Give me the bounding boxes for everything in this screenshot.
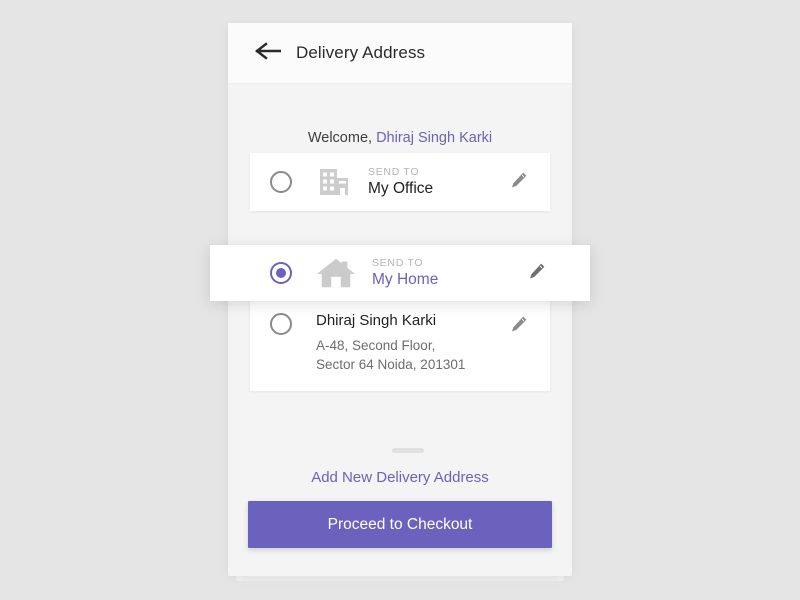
back-button[interactable]	[246, 31, 290, 75]
pencil-icon	[528, 262, 546, 285]
address-line-2: Sector 64 Noida, 201301	[316, 357, 466, 372]
app-header: Delivery Address	[228, 23, 572, 83]
welcome-greeting: Welcome,	[307, 130, 377, 146]
office-building-icon	[316, 165, 350, 199]
send-to-label-office: SEND TO	[368, 165, 420, 178]
home-icon	[316, 256, 356, 290]
address-radio-home[interactable]	[270, 262, 292, 284]
add-new-address-link[interactable]: Add New Delivery Address	[228, 469, 572, 486]
section-divider-handle	[392, 448, 424, 453]
pencil-icon	[510, 315, 528, 338]
phone-screen: Delivery Address Welcome, Dhiraj Singh K…	[210, 23, 590, 576]
address-name-office: My Office	[368, 179, 434, 197]
recipient-name: Dhiraj Singh Karki	[316, 312, 437, 329]
edit-button-personal[interactable]	[506, 313, 532, 339]
address-radio-personal[interactable]	[270, 313, 292, 335]
welcome-row: Welcome, Dhiraj Singh Karki	[228, 130, 572, 146]
address-card-home[interactable]: SEND TO My Home	[210, 245, 590, 301]
send-to-label-home: SEND TO	[372, 256, 424, 269]
page-title: Delivery Address	[296, 43, 426, 62]
address-card-office[interactable]: SEND TO My Office	[250, 153, 550, 211]
address-card-personal[interactable]: Dhiraj Singh Karki A-48, Second Floor, S…	[250, 291, 550, 391]
address-name-home: My Home	[372, 270, 439, 288]
pencil-icon	[510, 171, 528, 194]
welcome-user-name[interactable]: Dhiraj Singh Karki	[376, 130, 492, 146]
arrow-left-icon	[255, 41, 282, 65]
edit-button-home[interactable]	[524, 260, 550, 286]
proceed-to-checkout-button[interactable]: Proceed to Checkout	[248, 501, 552, 548]
address-radio-office[interactable]	[270, 171, 292, 193]
edit-button-office[interactable]	[506, 169, 532, 195]
address-line-1: A-48, Second Floor,	[316, 338, 436, 353]
